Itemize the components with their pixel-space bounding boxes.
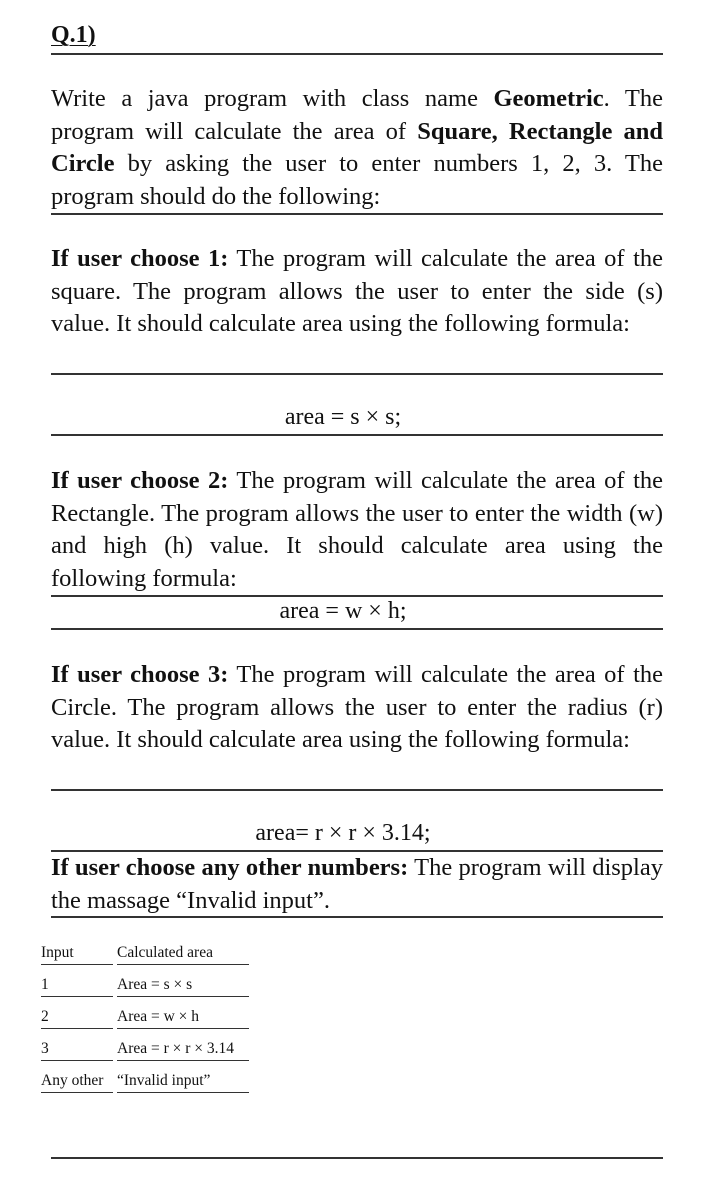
table-cell: 3 — [41, 1040, 113, 1061]
table-header: Input — [41, 944, 113, 965]
divider — [51, 213, 663, 215]
case-2-paragraph: If user choose 2: The program will calcu… — [51, 465, 663, 595]
table-cell: Area = w × h — [117, 1008, 249, 1029]
case-1-formula: area = s × s; — [51, 404, 663, 431]
case-3-paragraph: If user choose 3: The program will calcu… — [51, 659, 663, 757]
divider — [51, 916, 663, 918]
case-1-paragraph: If user choose 1: The program will calcu… — [51, 243, 663, 341]
formula-text: area= r × r × 3.14; — [255, 820, 431, 846]
table-cell: 1 — [41, 976, 113, 997]
table-cell: Area = r × r × 3.14 — [117, 1040, 249, 1061]
divider — [51, 53, 663, 55]
intro-paragraph: Write a java program with class name Geo… — [51, 83, 663, 213]
divider — [51, 595, 663, 597]
table-cell: “Invalid input” — [117, 1072, 249, 1093]
case-heading: If user choose 2: — [51, 467, 229, 494]
case-3-formula: area= r × r × 3.14; — [51, 820, 663, 847]
divider — [51, 789, 663, 791]
case-other-paragraph: If user choose any other numbers: The pr… — [51, 852, 663, 917]
formula-text: area = s × s; — [284, 404, 402, 430]
table-header: Calculated area — [117, 944, 249, 965]
case-heading: If user choose 3: — [51, 661, 229, 688]
case-heading: If user choose 1: — [51, 245, 229, 272]
divider — [51, 373, 663, 375]
intro-text: Write a java program with class name — [51, 85, 494, 112]
table-cell: Any other — [41, 1072, 113, 1093]
case-heading: If user choose any other numbers: — [51, 854, 409, 881]
table-cell: 2 — [41, 1008, 113, 1029]
divider — [51, 628, 663, 630]
divider — [51, 434, 663, 436]
formula-text: area = w × h; — [279, 598, 407, 624]
case-2-formula: area = w × h; — [51, 598, 663, 625]
bottom-divider — [51, 1157, 663, 1159]
class-name: Geometric — [493, 85, 604, 112]
intro-text: by asking the user to enter numbers 1, 2… — [51, 150, 663, 210]
question-label: Q.1) — [51, 22, 96, 48]
table-cell: Area = s × s — [117, 976, 249, 997]
